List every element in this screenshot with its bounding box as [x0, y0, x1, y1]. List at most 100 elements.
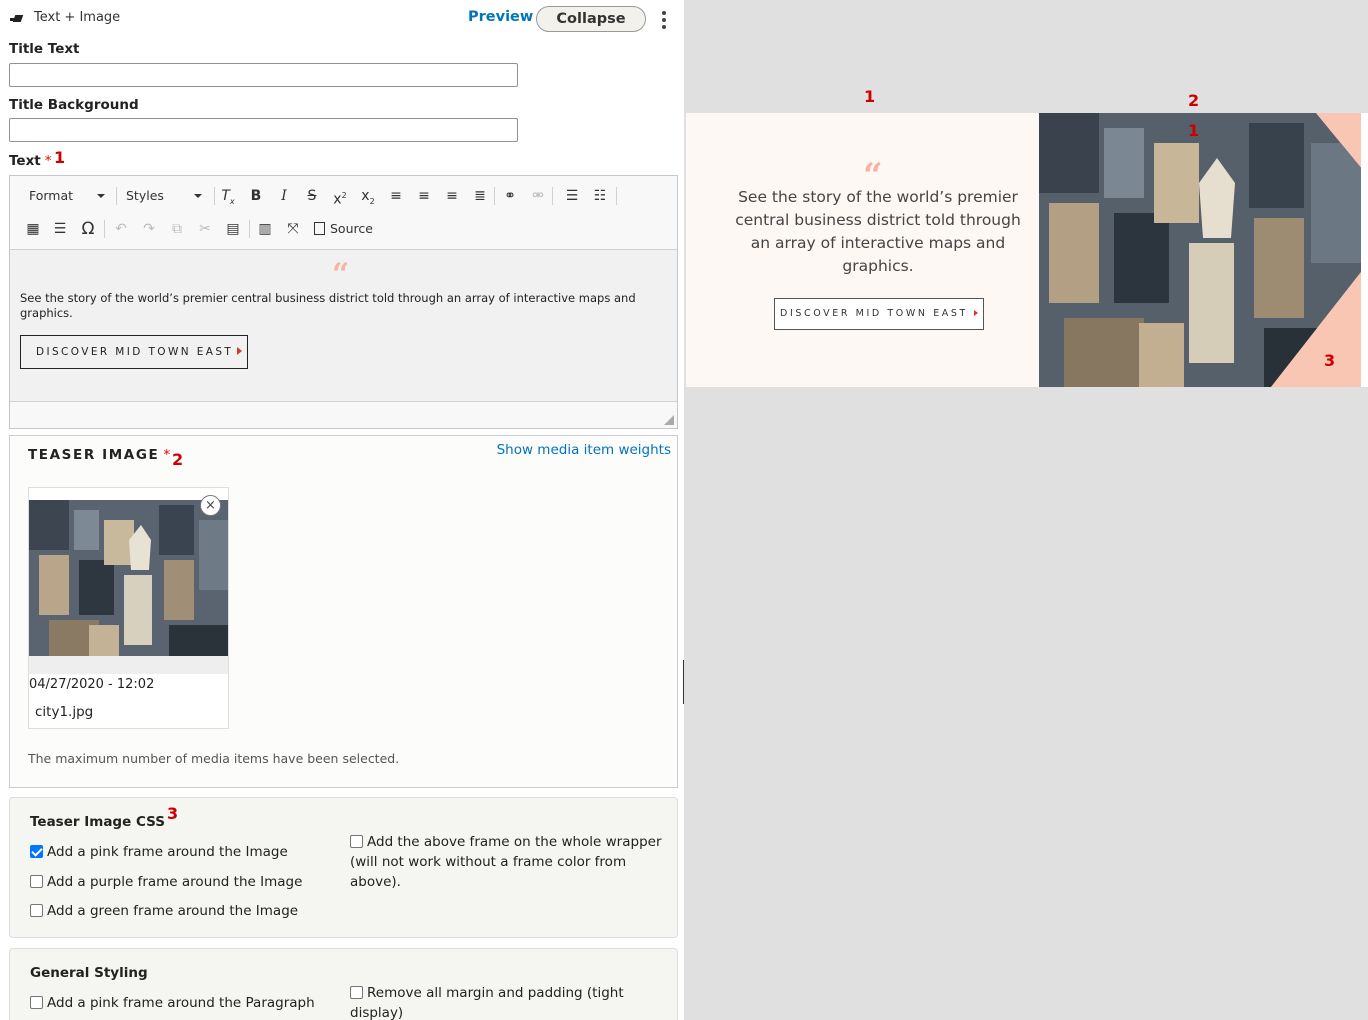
discover-button[interactable]: DISCOVER MID TOWN EAST	[20, 335, 248, 369]
checkbox[interactable]	[30, 996, 43, 1009]
preview-marker-3: 3	[1324, 351, 1336, 370]
format-dropdown[interactable]: Format	[19, 184, 111, 208]
paste-icon[interactable]: ▤	[221, 217, 245, 241]
preview-pane: 1 2 “ See the story of the world’s premi…	[684, 0, 1368, 1020]
toolbar-divider	[249, 220, 250, 238]
preview-discover-button[interactable]: DISCOVER MID TOWN EAST	[774, 298, 984, 330]
general-styling-fieldset: General Styling Add a pink frame around …	[9, 948, 678, 1020]
arrow-right-icon	[237, 347, 243, 355]
align-justify-icon[interactable]: ≣	[468, 184, 492, 208]
annotation-marker-2: 2	[172, 450, 184, 469]
resize-handle-icon[interactable]	[664, 415, 674, 425]
media-filename: city1.jpg	[35, 704, 94, 720]
align-right-icon[interactable]: ≡	[440, 184, 464, 208]
city-aerial-image	[29, 500, 228, 656]
cut-icon[interactable]: ✂	[193, 217, 217, 241]
paragraph-edit-form: Text + Image Preview Collapse Title Text…	[0, 0, 684, 1020]
teaser-image-label: TEASER IMAGE *	[28, 447, 172, 463]
text-label: Text *	[9, 153, 51, 169]
title-background-label: Title Background	[9, 97, 139, 113]
editor-content-area[interactable]: “ See the story of the world’s premier c…	[10, 250, 677, 402]
show-blocks-icon[interactable]: ▥	[253, 217, 277, 241]
checkbox-label: Add a pink frame around the Paragraph	[47, 995, 315, 1011]
horizontal-line-icon[interactable]: ☰	[48, 217, 72, 241]
checkbox-label: Add a pink frame around the Image	[47, 844, 288, 860]
styles-dropdown[interactable]: Styles	[116, 184, 208, 208]
paragraph-header: Text + Image Preview Collapse	[8, 6, 674, 32]
source-button-label: Source	[330, 221, 373, 236]
italic-icon[interactable]: I	[272, 184, 296, 208]
teaser-image-label-text: TEASER IMAGE	[28, 447, 160, 463]
chevron-down-icon	[194, 194, 202, 198]
strikethrough-icon[interactable]: S	[300, 184, 324, 208]
unlink-icon[interactable]: ⚮	[526, 184, 550, 208]
toolbar-divider	[104, 220, 105, 238]
city-aerial-image	[1039, 113, 1361, 387]
pink-frame-image-checkbox[interactable]: Add a pink frame around the Image	[30, 842, 330, 862]
title-text-input[interactable]	[9, 63, 518, 87]
checkbox[interactable]	[350, 835, 363, 848]
remove-format-icon[interactable]: Tx	[216, 184, 240, 208]
arrow-right-icon	[973, 310, 978, 316]
preview-text-column: “ See the story of the world’s premier c…	[686, 113, 1039, 387]
checkbox[interactable]	[30, 875, 43, 888]
redo-icon[interactable]: ↷	[137, 217, 161, 241]
undo-icon[interactable]: ↶	[109, 217, 133, 241]
media-date: 04/27/2020 - 12:02	[29, 677, 155, 692]
city-image-thumbnail	[29, 500, 228, 656]
source-button[interactable]: Source	[314, 217, 373, 241]
toolbar-divider	[616, 187, 617, 205]
subscript-icon[interactable]: x2	[356, 184, 380, 208]
align-center-icon[interactable]: ≡	[412, 184, 436, 208]
checkbox-checked[interactable]	[30, 845, 43, 858]
preview-discover-button-label: DISCOVER MID TOWN EAST	[780, 308, 968, 319]
bulleted-list-icon[interactable]: ☰	[560, 184, 584, 208]
checkbox-label: Add a green frame around the Image	[47, 903, 299, 919]
rich-text-editor: Format Styles Tx B I S x2 x2 ≡ ≡ ≡ ≣ ⚭ ⚮…	[9, 175, 678, 429]
annotation-marker-1: 1	[54, 148, 66, 167]
preview-marker-2: 2	[1188, 91, 1200, 110]
text-image-preview: “ See the story of the world’s premier c…	[686, 113, 1368, 387]
remove-media-button[interactable]: ×	[200, 495, 221, 516]
text-label-text: Text	[9, 153, 41, 169]
teaser-image-css-fieldset: Teaser Image CSS 3 Add a pink frame arou…	[9, 797, 678, 938]
preview-marker-1: 1	[864, 87, 876, 106]
copy-icon[interactable]: ⧉	[165, 217, 189, 241]
more-actions-icon[interactable]	[658, 10, 670, 30]
toolbar-divider	[552, 187, 553, 205]
styles-dropdown-label: Styles	[126, 188, 164, 203]
preview-marker-1-image: 1	[1188, 121, 1200, 140]
title-background-input[interactable]	[9, 118, 518, 142]
checkbox-label: Add a purple frame around the Image	[47, 874, 303, 890]
image-icon[interactable]: ▦	[21, 217, 45, 241]
thumbnail-caption-bar	[29, 656, 228, 674]
tight-display-checkbox[interactable]: Remove all margin and padding (tight dis…	[350, 983, 650, 1020]
purple-frame-image-checkbox[interactable]: Add a purple frame around the Image	[30, 872, 330, 892]
numbered-list-icon[interactable]: ☷	[588, 184, 612, 208]
frame-whole-wrapper-checkbox[interactable]: Add the above frame on the whole wrapper…	[350, 832, 670, 892]
green-frame-image-checkbox[interactable]: Add a green frame around the Image	[30, 901, 330, 921]
editor-toolbar: Format Styles Tx B I S x2 x2 ≡ ≡ ≡ ≣ ⚭ ⚮…	[10, 176, 677, 250]
preview-image-frame: 1 3	[1039, 113, 1361, 387]
discover-button-label: DISCOVER MID TOWN EAST	[36, 346, 234, 358]
show-media-weights-link[interactable]: Show media item weights	[497, 442, 671, 458]
align-left-icon[interactable]: ≡	[384, 184, 408, 208]
bold-icon[interactable]: B	[244, 184, 268, 208]
paragraph-type-label: Text + Image	[34, 10, 121, 25]
teaser-image-css-title: Teaser Image CSS	[30, 814, 165, 830]
required-marker: *	[44, 153, 52, 169]
checkbox[interactable]	[350, 986, 363, 999]
drag-handle-icon[interactable]	[10, 14, 24, 22]
superscript-icon[interactable]: x2	[328, 184, 352, 208]
link-icon[interactable]: ⚭	[498, 184, 522, 208]
maximize-icon[interactable]: ⤧	[281, 217, 305, 241]
annotation-marker-3: 3	[167, 804, 179, 823]
title-text-label: Title Text	[9, 41, 80, 57]
pink-frame-paragraph-checkbox[interactable]: Add a pink frame around the Paragraph	[30, 993, 330, 1013]
collapse-button[interactable]: Collapse	[536, 6, 646, 32]
special-character-icon[interactable]: Ω	[76, 217, 100, 241]
checkbox-label: Add the above frame on the whole wrapper…	[350, 834, 662, 890]
checkbox[interactable]	[30, 904, 43, 917]
preview-link[interactable]: Preview	[468, 9, 533, 25]
preview-body-text: See the story of the world’s premier cen…	[735, 188, 1021, 275]
